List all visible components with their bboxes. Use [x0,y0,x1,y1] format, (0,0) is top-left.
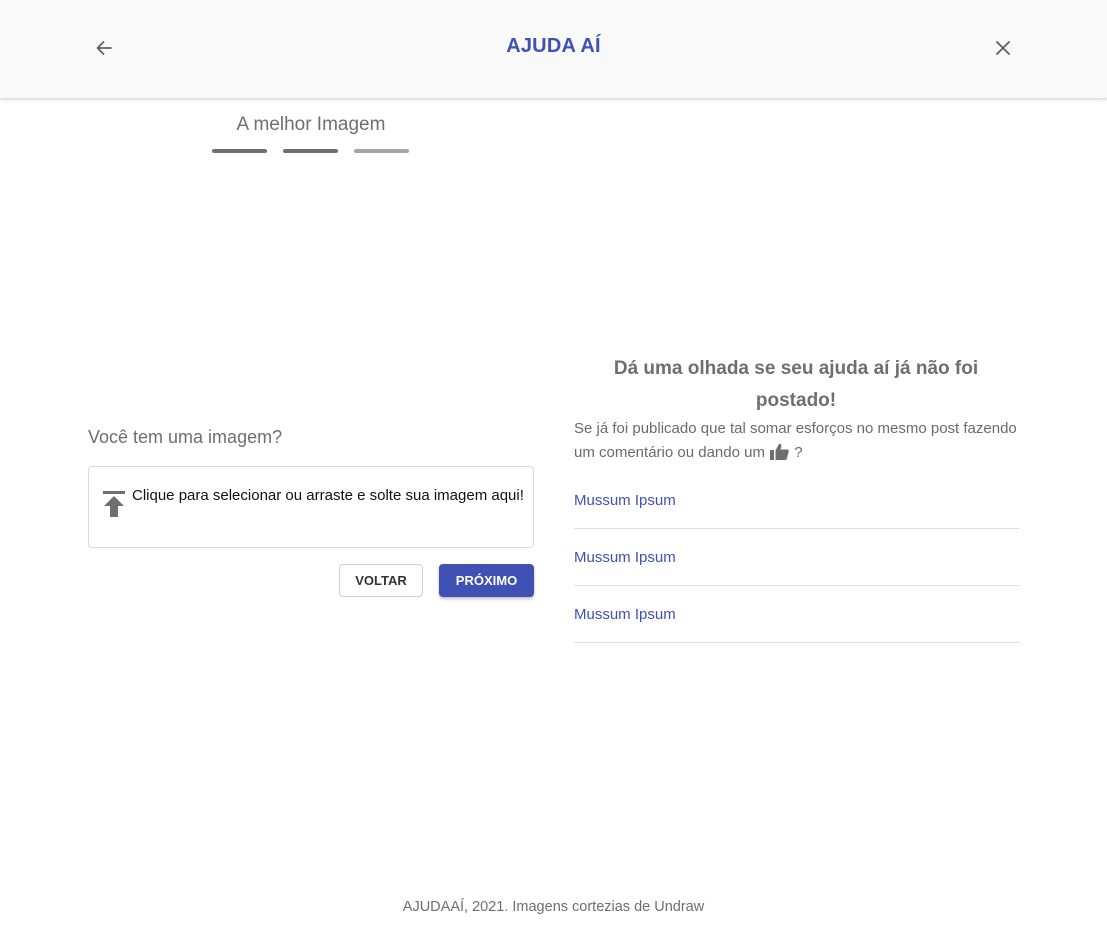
thumb-up-icon [770,443,789,460]
image-dropzone[interactable]: Clique para selecionar ou arraste e solt… [88,466,534,548]
related-heading: Dá uma olhada se seu ajuda aí já não foi… [613,358,979,411]
voltar-button[interactable]: VOLTAR [339,564,423,597]
related-subtitle: Se já foi publicado que tal somar esforç… [574,417,1019,465]
step-indicator-3 [354,149,409,153]
upload-heading: Você tem uma imagem? [88,427,283,447]
close-button[interactable] [986,31,1020,65]
post-item[interactable]: Mussum Ipsum [574,586,1019,643]
dropzone-instruction: Clique para selecionar ou arraste e solt… [132,487,524,504]
app-bar: AJUDA AÍ [0,0,1107,98]
footer-text: AJUDAAÍ, 2021. Imagens cortezias de Undr… [402,899,705,915]
proximo-button[interactable]: PRÓXIMO [439,564,534,597]
post-link[interactable]: Mussum Ipsum [574,492,676,509]
step-indicator-2 [283,149,338,153]
app-title: AJUDA AÍ [506,35,601,57]
step-indicator-1 [212,149,267,153]
close-icon [996,41,1010,55]
related-subtitle-end: ? [794,444,803,461]
post-link[interactable]: Mussum Ipsum [574,606,676,623]
upload-icon [103,491,125,517]
related-post-list: Mussum Ipsum Mussum Ipsum Mussum Ipsum [574,472,1019,643]
step-title: A melhor Imagem [236,114,386,135]
post-item[interactable]: Mussum Ipsum [574,529,1019,586]
post-link[interactable]: Mussum Ipsum [574,549,676,566]
post-item[interactable]: Mussum Ipsum [574,472,1019,529]
